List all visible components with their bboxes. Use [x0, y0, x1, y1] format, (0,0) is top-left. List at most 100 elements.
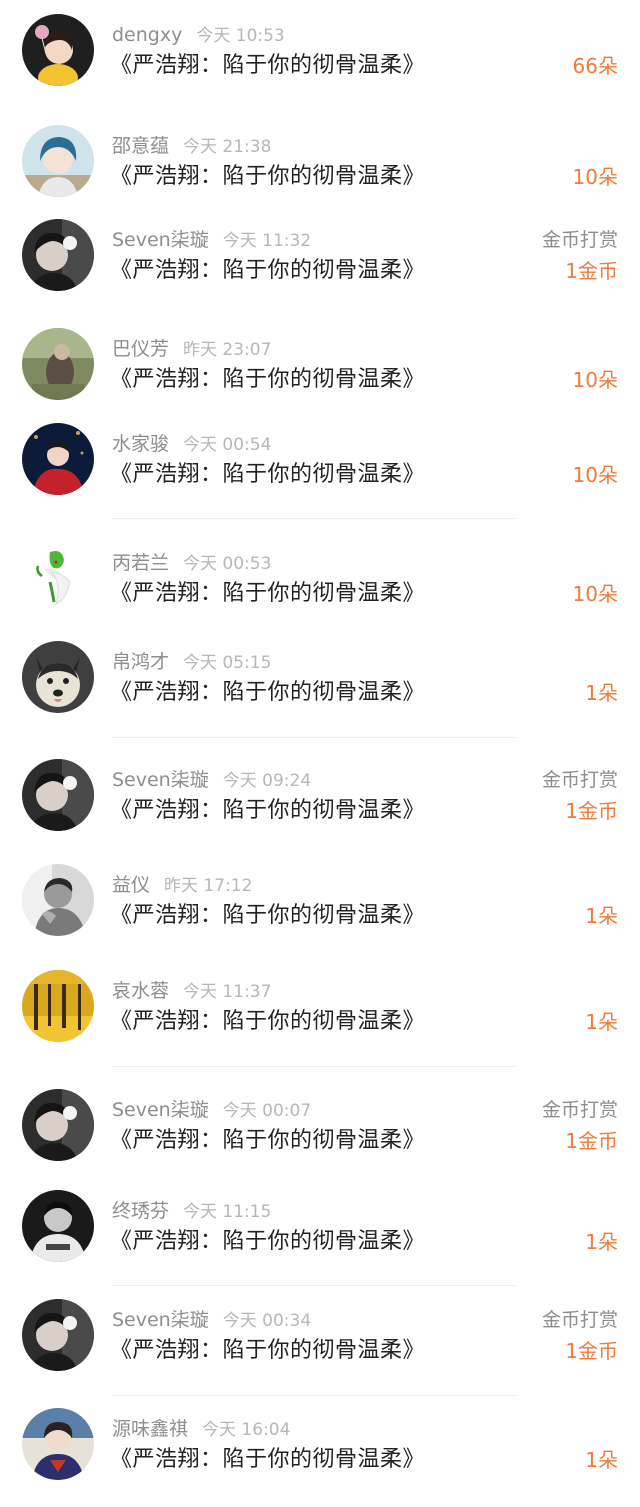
item-meta: Seven柒璇 今天 11:32	[112, 227, 311, 253]
list-item[interactable]: 帛鸿才 今天 05:15 《严浩翔：陷于你的彻骨温柔》 1朵	[0, 641, 640, 715]
user-name[interactable]: 哀水蓉	[112, 980, 169, 1002]
timestamp: 今天 10:53	[196, 26, 285, 46]
timestamp: 昨天 23:07	[183, 340, 272, 360]
work-title[interactable]: 《严浩翔：陷于你的彻骨温柔》	[110, 1444, 425, 1476]
item-meta: Seven柒璇 今天 09:24	[112, 767, 311, 793]
user-name[interactable]: Seven柒璇	[112, 229, 209, 251]
user-name[interactable]: 终琇芬	[112, 1200, 169, 1222]
section-divider	[112, 1066, 517, 1067]
item-meta: dengxy 今天 10:53	[112, 22, 285, 48]
user-name[interactable]: 水家骏	[112, 433, 169, 455]
avatar[interactable]	[22, 423, 94, 495]
list-item[interactable]: Seven柒璇 今天 09:24 《严浩翔：陷于你的彻骨温柔》 金币打赏 1金币	[0, 759, 640, 833]
user-name[interactable]: Seven柒璇	[112, 1309, 209, 1331]
user-name[interactable]: 丙若兰	[112, 552, 169, 574]
user-name[interactable]: Seven柒璇	[112, 1099, 209, 1121]
user-name[interactable]: 邵意蕴	[112, 135, 169, 157]
avatar[interactable]	[22, 1408, 94, 1480]
avatar[interactable]	[22, 328, 94, 400]
work-title[interactable]: 《严浩翔：陷于你的彻骨温柔》	[110, 1125, 425, 1157]
timestamp: 今天 21:38	[183, 137, 272, 157]
item-meta: 终琇芬 今天 11:15	[112, 1198, 271, 1224]
item-meta: 源味鑫祺 今天 16:04	[112, 1416, 290, 1442]
list-item[interactable]: Seven柒璇 今天 00:34 《严浩翔：陷于你的彻骨温柔》 金币打赏 1金币	[0, 1299, 640, 1373]
avatar[interactable]	[22, 1089, 94, 1161]
list-item[interactable]: 终琇芬 今天 11:15 《严浩翔：陷于你的彻骨温柔》 1朵	[0, 1190, 640, 1264]
item-meta: 邵意蕴 今天 21:38	[112, 133, 271, 159]
timestamp: 今天 11:15	[183, 1202, 272, 1222]
timestamp: 昨天 17:12	[164, 876, 253, 896]
timestamp: 今天 00:54	[183, 435, 272, 455]
item-meta: 巴仪芳 昨天 23:07	[112, 336, 271, 362]
list-item[interactable]: 丙若兰 今天 00:53 《严浩翔：陷于你的彻骨温柔》 10朵	[0, 542, 640, 616]
user-name[interactable]: Seven柒璇	[112, 769, 209, 791]
gift-amount: 1金币	[565, 799, 618, 823]
list-item[interactable]: 水家骏 今天 00:54 《严浩翔：陷于你的彻骨温柔》 10朵	[0, 423, 640, 497]
avatar[interactable]	[22, 759, 94, 831]
user-name[interactable]: 帛鸿才	[112, 651, 169, 673]
gift-amount: 1朵	[585, 1010, 618, 1034]
user-name[interactable]: 源味鑫祺	[112, 1418, 188, 1440]
item-meta: 水家骏 今天 00:54	[112, 431, 271, 457]
gift-amount: 66朵	[572, 54, 618, 78]
section-divider	[112, 1395, 517, 1396]
avatar[interactable]	[22, 1299, 94, 1371]
list-item[interactable]: 源味鑫祺 今天 16:04 《严浩翔：陷于你的彻骨温柔》 1朵	[0, 1408, 640, 1482]
gift-amount: 1金币	[565, 259, 618, 283]
gift-amount: 1金币	[565, 1339, 618, 1363]
timestamp: 今天 11:32	[222, 231, 312, 251]
work-title[interactable]: 《严浩翔：陷于你的彻骨温柔》	[110, 795, 425, 827]
avatar[interactable]	[22, 219, 94, 291]
timestamp: 今天 11:37	[183, 982, 272, 1002]
avatar[interactable]	[22, 1190, 94, 1262]
coin-reward-tag: 金币打赏	[541, 769, 618, 791]
work-title[interactable]: 《严浩翔：陷于你的彻骨温柔》	[110, 255, 425, 287]
item-meta: 益仪 昨天 17:12	[112, 872, 252, 898]
work-title[interactable]: 《严浩翔：陷于你的彻骨温柔》	[110, 1226, 425, 1258]
work-title[interactable]: 《严浩翔：陷于你的彻骨温柔》	[110, 161, 425, 193]
work-title[interactable]: 《严浩翔：陷于你的彻骨温柔》	[110, 1335, 425, 1367]
work-title[interactable]: 《严浩翔：陷于你的彻骨温柔》	[110, 900, 425, 932]
work-title[interactable]: 《严浩翔：陷于你的彻骨温柔》	[110, 364, 425, 396]
user-name[interactable]: dengxy	[112, 24, 182, 46]
item-meta: Seven柒璇 今天 00:07	[112, 1097, 311, 1123]
list-item[interactable]: dengxy 今天 10:53 《严浩翔：陷于你的彻骨温柔》 66朵	[0, 14, 640, 88]
list-item[interactable]: 巴仪芳 昨天 23:07 《严浩翔：陷于你的彻骨温柔》 10朵	[0, 328, 640, 402]
work-title[interactable]: 《严浩翔：陷于你的彻骨温柔》	[110, 50, 425, 82]
timestamp: 今天 00:34	[222, 1311, 312, 1331]
avatar[interactable]	[22, 970, 94, 1042]
gift-amount: 10朵	[572, 165, 618, 189]
avatar[interactable]	[22, 125, 94, 197]
user-name[interactable]: 益仪	[112, 874, 150, 896]
gift-amount: 1朵	[585, 904, 618, 928]
list-item[interactable]: 益仪 昨天 17:12 《严浩翔：陷于你的彻骨温柔》 1朵	[0, 864, 640, 938]
gift-feed-list: dengxy 今天 10:53 《严浩翔：陷于你的彻骨温柔》 66朵 邵意蕴 今天 …	[0, 0, 640, 1507]
list-item[interactable]: Seven柒璇 今天 00:07 《严浩翔：陷于你的彻骨温柔》 金币打赏 1金币	[0, 1089, 640, 1163]
item-meta: 帛鸿才 今天 05:15	[112, 649, 271, 675]
gift-amount: 1朵	[585, 681, 618, 705]
section-divider	[112, 1285, 517, 1286]
timestamp: 今天 00:07	[222, 1101, 312, 1121]
list-item[interactable]: Seven柒璇 今天 11:32 《严浩翔：陷于你的彻骨温柔》 金币打赏 1金币	[0, 219, 640, 293]
avatar[interactable]	[22, 542, 94, 614]
gift-amount: 1朵	[585, 1230, 618, 1254]
item-meta: Seven柒璇 今天 00:34	[112, 1307, 311, 1333]
work-title[interactable]: 《严浩翔：陷于你的彻骨温柔》	[110, 459, 425, 491]
gift-amount: 10朵	[572, 368, 618, 392]
timestamp: 今天 05:15	[183, 653, 272, 673]
avatar[interactable]	[22, 14, 94, 86]
work-title[interactable]: 《严浩翔：陷于你的彻骨温柔》	[110, 1006, 425, 1038]
list-item[interactable]: 哀水蓉 今天 11:37 《严浩翔：陷于你的彻骨温柔》 1朵	[0, 970, 640, 1044]
work-title[interactable]: 《严浩翔：陷于你的彻骨温柔》	[110, 677, 425, 709]
list-item[interactable]: 邵意蕴 今天 21:38 《严浩翔：陷于你的彻骨温柔》 10朵	[0, 125, 640, 199]
timestamp: 今天 16:04	[202, 1420, 291, 1440]
avatar[interactable]	[22, 641, 94, 713]
user-name[interactable]: 巴仪芳	[112, 338, 169, 360]
section-divider	[112, 518, 517, 519]
avatar[interactable]	[22, 864, 94, 936]
coin-reward-tag: 金币打赏	[541, 229, 618, 251]
item-meta: 丙若兰 今天 00:53	[112, 550, 271, 576]
gift-amount: 1朵	[585, 1448, 618, 1472]
gift-amount: 10朵	[572, 463, 618, 487]
work-title[interactable]: 《严浩翔：陷于你的彻骨温柔》	[110, 578, 425, 610]
